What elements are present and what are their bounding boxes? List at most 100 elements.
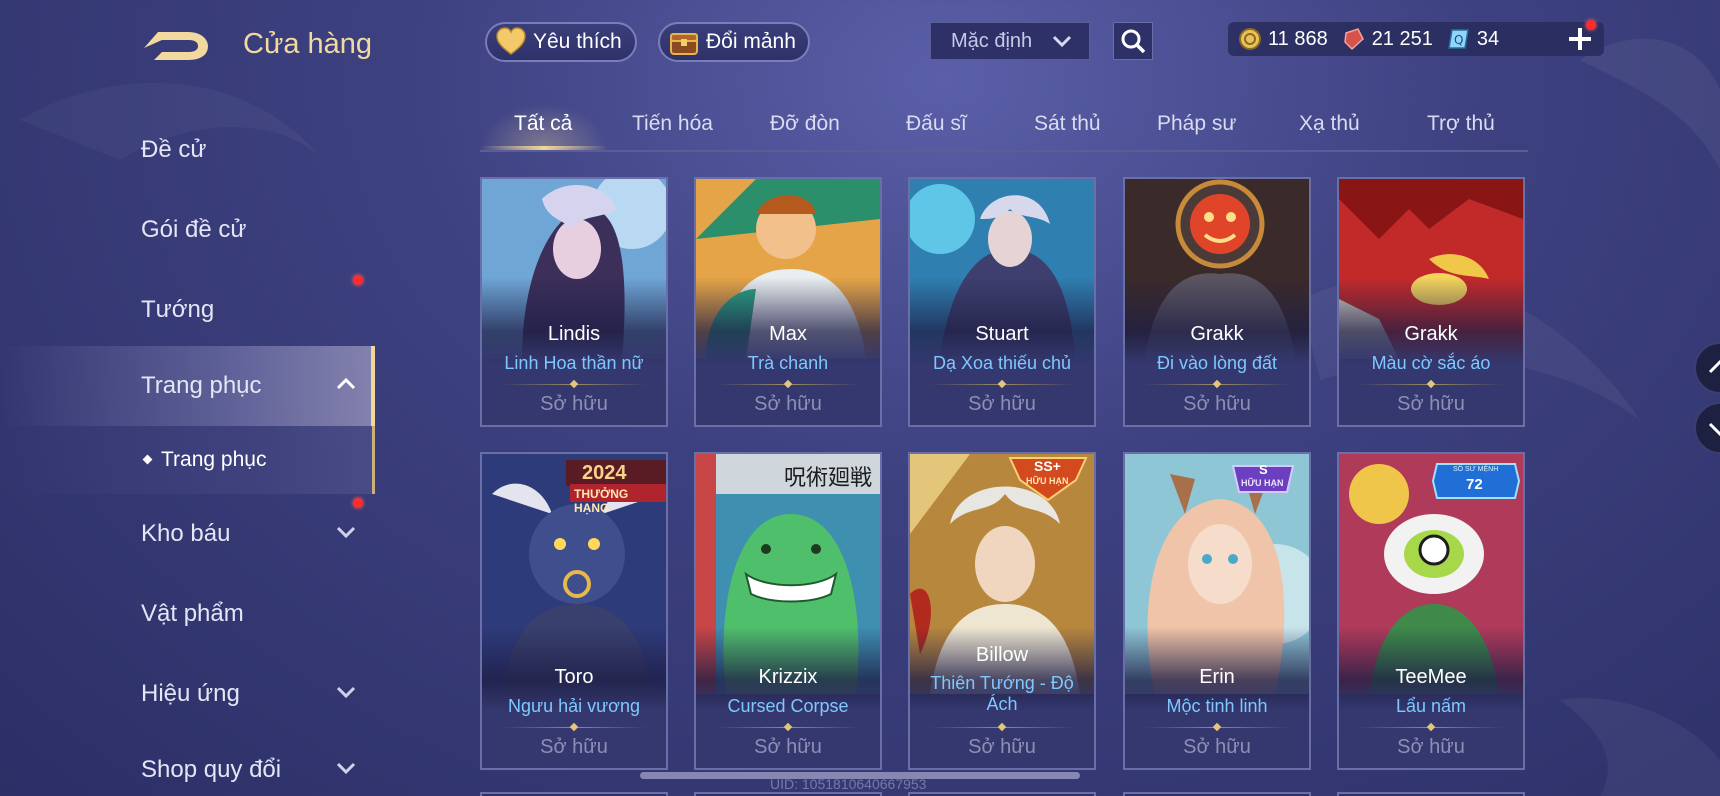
sort-dropdown[interactable]: Mặc định (930, 22, 1090, 60)
tab-mage[interactable]: Pháp sư (1157, 112, 1236, 136)
hero-name: Krizzix (758, 666, 818, 688)
hero-name: Stuart (975, 323, 1029, 345)
badge-label: HỮU HẠN (1241, 478, 1284, 488)
sidebar-item-heroes[interactable]: Tướng (0, 270, 375, 350)
hero-name: Grakk (1404, 323, 1458, 345)
skin-card[interactable]: Stuart Dạ Xoa thiếu chủ Sở hữu (908, 177, 1096, 427)
hero-name: Toro (554, 666, 594, 688)
heart-icon (496, 27, 526, 55)
chevron-down-icon (1708, 422, 1720, 437)
owned-status: Sở hữu (1397, 736, 1465, 758)
sidebar-item-treasure[interactable]: Kho báu (0, 494, 375, 574)
gold-amount: 11 868 (1268, 27, 1328, 50)
tab-all[interactable]: Tất cả (514, 112, 572, 136)
hero-name: TeeMee (1395, 666, 1467, 688)
skin-name: Lẩu nấm (1395, 696, 1467, 716)
favorites-label: Yêu thích (533, 30, 622, 53)
currency-bar: 11 868 21 251 Q 34 (1228, 22, 1604, 56)
chevron-up-icon (1708, 359, 1720, 374)
tab-tank[interactable]: Đỡ đòn (770, 112, 840, 136)
skin-card[interactable]: SS+ HỮU HẠN Billow Thiên Tướng - Độ Ách … (908, 452, 1096, 770)
sidebar-item-exchange-shop[interactable]: Shop quy đổi (0, 730, 375, 796)
sidebar-subitem-skins[interactable]: Trang phục (0, 426, 375, 494)
skin-name: Cursed Corpse (727, 696, 849, 716)
skin-name: Màu cờ sắc áo (1371, 353, 1491, 373)
hero-name: Erin (1199, 666, 1235, 688)
sidebar-item-label: Vật phẩm (141, 600, 244, 627)
owned-status: Sở hữu (1183, 393, 1251, 415)
bullet-diamond-icon (142, 454, 153, 465)
chevron-down-icon (336, 762, 356, 775)
owned-status: Sở hữu (968, 393, 1036, 415)
sidebar-item-label: Tướng (141, 296, 215, 323)
skin-name: Ngưu hải vương (508, 696, 640, 716)
sidebar-item-label: Shop quy đổi (141, 756, 282, 783)
active-tab-underline (480, 146, 608, 150)
sort-selected-value: Mặc định (951, 29, 1033, 52)
search-button[interactable] (1113, 22, 1153, 60)
back-arrow-icon[interactable] (140, 22, 212, 68)
hero-name: Grakk (1190, 323, 1244, 345)
card-shade (696, 454, 880, 768)
chevron-up-icon (336, 377, 356, 390)
tab-assassin[interactable]: Sát thủ (1034, 112, 1101, 136)
gem-currency: 21 251 (1342, 27, 1433, 51)
tab-support[interactable]: Trợ thủ (1427, 112, 1495, 136)
skin-name: Dạ Xoa thiếu chủ (932, 353, 1072, 373)
chevron-down-icon (1052, 35, 1072, 48)
badge-label: THƯỞNG HẠNG (574, 487, 629, 515)
skin-card[interactable]: Grakk Màu cờ sắc áo Sở hữu (1337, 177, 1525, 427)
tab-marksman[interactable]: Xạ thủ (1299, 112, 1360, 136)
sidebar: Đề cử Gói đề cử Tướng Trang phục Trang p… (0, 110, 375, 796)
sidebar-subitem-label: Trang phục (161, 448, 267, 471)
sidebar-item-label: Gói đề cử (141, 216, 247, 243)
top-bar: Cửa hàng Yêu thích Đổi mảnh Mặc định 11 … (0, 0, 1720, 90)
skin-card[interactable]: Max Trà chanh Sở hữu (694, 177, 882, 427)
badge-label: 呪術廻戦 (784, 466, 873, 491)
sidebar-item-label: Kho báu (141, 520, 231, 547)
badge-label: SỐ SỨ MỆNH (1453, 466, 1499, 473)
scroll-down-button[interactable] (1694, 402, 1720, 454)
skin-name: Linh Hoa thần nữ (504, 353, 644, 373)
badge-rank: SS+ (1034, 458, 1061, 474)
voucher-amount: 34 (1476, 27, 1500, 50)
skin-card[interactable]: Lindis Linh Hoa thần nữ Sở hữu (480, 177, 668, 427)
owned-status: Sở hữu (540, 736, 608, 758)
skin-card[interactable]: 呪術廻戦 Krizzix Cursed Corpse Sở hữu (694, 452, 882, 770)
sidebar-item-recommended-packs[interactable]: Gói đề cử (0, 190, 375, 285)
skin-card[interactable]: Grakk Đi vào lòng đất Sở hữu (1123, 177, 1311, 427)
tab-evolution[interactable]: Tiến hóa (632, 112, 713, 136)
owned-status: Sở hữu (1183, 736, 1251, 758)
skin-card[interactable]: SỐ SỨ MỆNH 72 TeeMee Lẩu nấm Sở hữu (1337, 452, 1525, 770)
skin-name: Mộc tinh linh (1166, 696, 1268, 716)
scroll-up-button[interactable] (1694, 342, 1720, 394)
owned-status: Sở hữu (968, 736, 1036, 758)
favorites-button[interactable]: Yêu thích (485, 22, 637, 62)
gold-coin-icon (1239, 28, 1261, 50)
sidebar-item-recommended[interactable]: Đề cử (0, 110, 375, 190)
shard-exchange-button[interactable]: Đổi mảnh (658, 22, 810, 62)
hero-name: Lindis (547, 323, 601, 345)
sidebar-item-items[interactable]: Vật phẩm (0, 574, 375, 654)
skin-card-next-row (908, 792, 1096, 796)
sidebar-item-label: Trang phục (141, 372, 262, 399)
tab-fighter[interactable]: Đấu sĩ (906, 112, 967, 136)
skin-name: Đi vào lòng đất (1156, 353, 1278, 373)
skin-name: Trà chanh (747, 353, 829, 373)
skin-name: Thiên Tướng - Độ Ách (930, 673, 1074, 714)
sidebar-item-skins[interactable]: Trang phục (0, 346, 375, 426)
hero-name: Billow (975, 644, 1029, 666)
skin-card[interactable]: 2024 THƯỞNG HẠNG Toro Ngưu hải vương Sở … (480, 452, 668, 770)
owned-status: Sở hữu (754, 736, 822, 758)
badge-number: 72 (1466, 476, 1483, 493)
gem-amount: 21 251 (1371, 27, 1433, 50)
sidebar-item-effects[interactable]: Hiệu ứng (0, 654, 375, 734)
sidebar-item-label: Hiệu ứng (141, 680, 240, 707)
voucher-currency: Q 34 (1447, 27, 1499, 51)
owned-status: Sở hữu (540, 393, 608, 415)
gold-currency: 11 868 (1238, 27, 1328, 51)
gem-icon (1343, 28, 1364, 51)
owned-status: Sở hữu (1397, 393, 1465, 415)
skin-card[interactable]: S HỮU HẠN Erin Mộc tinh linh Sở hữu (1123, 452, 1311, 770)
card-shade (1125, 454, 1309, 768)
